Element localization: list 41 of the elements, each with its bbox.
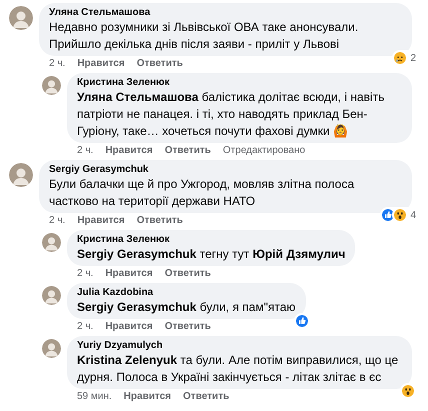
like-link[interactable]: Нравится [77, 213, 125, 228]
avatar[interactable] [42, 76, 61, 95]
avatar[interactable] [9, 6, 33, 30]
timestamp[interactable]: 2 ч. [77, 266, 94, 281]
reaction-badge[interactable]: 4 [380, 207, 418, 223]
avatar[interactable] [42, 286, 61, 305]
author-name[interactable]: Кристина Зеленюк [77, 233, 346, 246]
comment-text: Sergiy Gerasymchuk були, я пам"ятаю [77, 299, 296, 316]
reply-link[interactable]: Ответить [164, 143, 211, 158]
edited-label: Отредактировано [222, 144, 306, 158]
reaction-badge[interactable]: 2 [392, 50, 418, 66]
comment-text: Sergiy Gerasymchuk тегну тут Юрій Дзямулич [77, 246, 346, 263]
avatar[interactable] [9, 163, 33, 187]
avatar[interactable] [42, 233, 61, 252]
reaction-count: 2 [410, 52, 416, 66]
like-link[interactable]: Нравится [105, 266, 153, 281]
reaction-count: 4 [410, 208, 416, 222]
comment-text: Уляна Стельмашова балістика долітає всюди, і навіть патріоти не панацея. і ті, хто наводять приклад Бен-Гуріону, таке… хочеться почути фахові думки 🙆 [77, 89, 386, 140]
like-link[interactable]: Нравится [105, 319, 153, 334]
like-link[interactable]: Нравится [105, 143, 153, 158]
reply-link[interactable]: Ответить [136, 213, 183, 228]
comment-text: Були балачки ще й про Ужгород, мовляв злітна полоса частково на території держави НАТО [49, 176, 356, 210]
comment-text: Kristina Zelenyuk та були. Але потім виправилися, що це дурня. Полоса в Україні закінчується - літак злітає в єс [77, 352, 400, 386]
author-name[interactable]: Уляна Стельмашова [49, 6, 402, 19]
reply-link[interactable]: Ответить [164, 319, 211, 334]
timestamp[interactable]: 2 ч. [49, 56, 66, 71]
comment-text: Недавно розумники зі Львівської ОВА таке анонсували. Прийшло декілька днів після заяви - приліт у Львові [49, 19, 360, 53]
author-name[interactable]: Кристина Зеленюк [77, 76, 402, 89]
reply-link[interactable]: Ответить [164, 266, 211, 281]
author-name[interactable]: Sergiy Gerasymchuk [49, 163, 402, 176]
like-link[interactable]: Нравится [77, 56, 125, 71]
timestamp[interactable]: 2 ч. [77, 143, 94, 158]
timestamp[interactable]: 2 ч. [77, 319, 94, 334]
like-link[interactable]: Нравится [124, 389, 172, 404]
author-name[interactable]: Yuriy Dzyamulych [77, 339, 402, 352]
reply-link[interactable]: Ответить [136, 56, 183, 71]
timestamp[interactable]: 2 ч. [49, 213, 66, 228]
author-name[interactable]: Julia Kazdobina [77, 286, 296, 299]
reply-link[interactable]: Ответить [183, 389, 230, 404]
avatar[interactable] [42, 339, 61, 358]
timestamp[interactable]: 59 мин. [77, 389, 112, 404]
